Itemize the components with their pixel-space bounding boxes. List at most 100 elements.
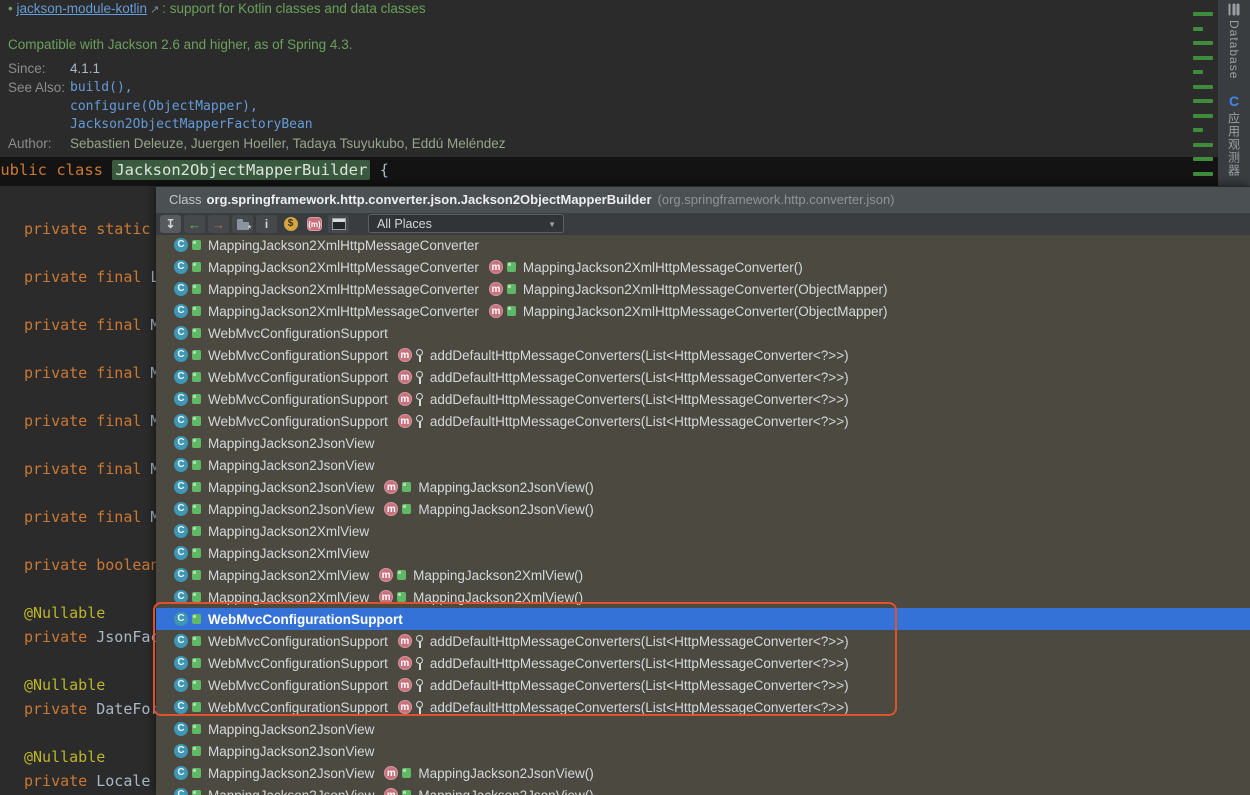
method-signature-label: addDefaultHttpMessageConverters(List<Htt… [430, 414, 849, 429]
class-keyword: public class [0, 161, 112, 179]
usage-row[interactable]: CMappingJackson2XmlHttpMessageConverterm… [156, 300, 1250, 322]
change-mark [1193, 114, 1213, 118]
methods-filter-button[interactable]: (m) [304, 215, 325, 233]
public-visibility-icon [507, 284, 516, 294]
public-visibility-icon [507, 306, 516, 316]
static-members-button[interactable]: $ [280, 215, 301, 233]
nullable-annotation: @Nullable [24, 604, 105, 622]
method-icon: m [398, 414, 412, 428]
next-occurrence-icon: → [212, 217, 225, 232]
method-signature-label: addDefaultHttpMessageConverters(List<Htt… [430, 634, 849, 649]
usage-row[interactable]: CMappingJackson2JsonViewmMappingJackson2… [156, 498, 1250, 520]
keyword: private final [24, 364, 141, 382]
protected-key-icon [416, 635, 424, 648]
class-icon: C [174, 348, 188, 362]
class-name-label: WebMvcConfigurationSupport [208, 414, 388, 429]
usage-row[interactable]: CWebMvcConfigurationSupport [156, 322, 1250, 344]
usage-row[interactable]: CWebMvcConfigurationSupportmaddDefaultHt… [156, 652, 1250, 674]
usage-row[interactable]: CWebMvcConfigurationSupportmaddDefaultHt… [156, 388, 1250, 410]
usage-row-selected[interactable]: CWebMvcConfigurationSupport [156, 608, 1250, 630]
class-name-label: MappingJackson2XmlView [208, 546, 369, 561]
public-visibility-icon [402, 768, 411, 778]
popup-header-package: (org.springframework.http.converter.json… [658, 192, 895, 207]
tool-window-strip: Database C 应用观测器 [1218, 0, 1250, 186]
method-icon: m [398, 392, 412, 406]
change-mark [1193, 128, 1203, 132]
group-by-button[interactable] [232, 215, 253, 233]
scope-selector[interactable]: All Places ▼ [368, 214, 564, 233]
class-icon: C [174, 326, 188, 340]
next-occurrence-button[interactable]: → [208, 215, 229, 233]
tool-window-observer[interactable]: 应用观测器 [1226, 112, 1243, 177]
public-visibility-icon [192, 394, 201, 404]
see-also-link-build[interactable]: build(), [70, 80, 133, 95]
group-by-icon [237, 222, 249, 230]
see-also-label: See Also: [8, 80, 65, 95]
usage-row[interactable]: CMappingJackson2XmlHttpMessageConverterm… [156, 256, 1250, 278]
class-name-label: MappingJackson2JsonView [208, 722, 374, 737]
class-name-label: WebMvcConfigurationSupport [208, 392, 388, 407]
previous-occurrence-button[interactable]: ← [184, 215, 205, 233]
method-signature-label: MappingJackson2JsonView() [418, 480, 593, 495]
usage-row[interactable]: CWebMvcConfigurationSupportmaddDefaultHt… [156, 696, 1250, 718]
usage-row[interactable]: CMappingJackson2XmlView [156, 520, 1250, 542]
public-visibility-icon [192, 526, 201, 536]
keyword: private final [24, 460, 141, 478]
tool-window-database[interactable]: Database [1227, 20, 1241, 79]
usage-row[interactable]: CMappingJackson2JsonView [156, 432, 1250, 454]
usage-row[interactable]: CWebMvcConfigurationSupportmaddDefaultHt… [156, 410, 1250, 432]
method-signature-label: addDefaultHttpMessageConverters(List<Htt… [430, 656, 849, 671]
preview-toggle-button[interactable] [328, 215, 349, 233]
class-name-label: WebMvcConfigurationSupport [208, 678, 388, 693]
usage-row[interactable]: CMappingJackson2XmlView [156, 542, 1250, 564]
usage-row[interactable]: CMappingJackson2JsonView [156, 740, 1250, 762]
public-visibility-icon [192, 724, 201, 734]
public-visibility-icon [192, 350, 201, 360]
method-signature-label: MappingJackson2XmlHttpMessageConverter(O… [523, 304, 888, 319]
methods-filter-icon: (m) [307, 217, 322, 231]
see-also-link-configure[interactable]: configure(ObjectMapper), [70, 99, 258, 114]
field-declaration-line: private final Ma [24, 508, 156, 526]
chevron-down-icon: ▼ [548, 215, 556, 234]
show-info-button[interactable]: i [256, 215, 277, 233]
usage-row[interactable]: CMappingJackson2XmlViewmMappingJackson2X… [156, 564, 1250, 586]
usage-row[interactable]: CWebMvcConfigurationSupportmaddDefaultHt… [156, 344, 1250, 366]
class-icon: C [174, 370, 188, 384]
class-name-label: WebMvcConfigurationSupport [208, 656, 388, 671]
usage-row[interactable]: CWebMvcConfigurationSupportmaddDefaultHt… [156, 630, 1250, 652]
class-icon: C [174, 260, 188, 274]
see-also-link-factorybean[interactable]: Jackson2ObjectMapperFactoryBean [70, 117, 313, 132]
protected-key-icon [416, 349, 424, 362]
public-visibility-icon [192, 262, 201, 272]
method-icon: m [489, 260, 503, 274]
method-icon: m [384, 766, 398, 780]
field-text: Locale l [87, 772, 156, 790]
change-mark [1193, 143, 1213, 147]
field-declaration-line: private final Lo [24, 268, 156, 286]
usage-row[interactable]: C MappingJackson2JsonView [156, 718, 1250, 740]
usage-row[interactable]: CWebMvcConfigurationSupportmaddDefaultHt… [156, 366, 1250, 388]
ide-screen: • jackson-module-kotlin↗: support for Ko… [0, 0, 1250, 795]
nullable-annotation: @Nullable [24, 676, 105, 694]
usage-row[interactable]: CMappingJackson2XmlHttpMessageConverter [156, 234, 1250, 256]
usage-row[interactable]: CWebMvcConfigurationSupportmaddDefaultHt… [156, 674, 1250, 696]
usage-row[interactable]: CMappingJackson2XmlHttpMessageConverterm… [156, 278, 1250, 300]
scroll-from-source-button[interactable]: ↧ [160, 215, 181, 233]
usage-row[interactable]: CMappingJackson2JsonView [156, 454, 1250, 476]
public-visibility-icon [402, 482, 411, 492]
usage-row[interactable]: CMappingJackson2JsonViewmMappingJackson2… [156, 762, 1250, 784]
field-declaration-line: private final Ma [24, 412, 156, 430]
usage-row[interactable]: CMappingJackson2JsonViewmMappingJackson2… [156, 784, 1250, 795]
method-icon: m [489, 304, 503, 318]
class-icon: C [174, 722, 188, 736]
usage-row[interactable]: CMappingJackson2JsonViewmMappingJackson2… [156, 476, 1250, 498]
usage-row[interactable]: CMappingJackson2XmlViewmMappingJackson2X… [156, 586, 1250, 608]
module-link[interactable]: jackson-module-kotlin [17, 1, 148, 16]
doc-module-line: • jackson-module-kotlin↗: support for Ko… [8, 1, 426, 16]
usages-popup: Classorg.springframework.http.converter.… [156, 186, 1250, 795]
class-name-label: WebMvcConfigurationSupport [208, 370, 388, 385]
class-icon: C [174, 282, 188, 296]
popup-header: Classorg.springframework.http.converter.… [156, 186, 1250, 213]
field-text: Ma [141, 508, 156, 526]
preview-toggle-icon [332, 218, 346, 230]
